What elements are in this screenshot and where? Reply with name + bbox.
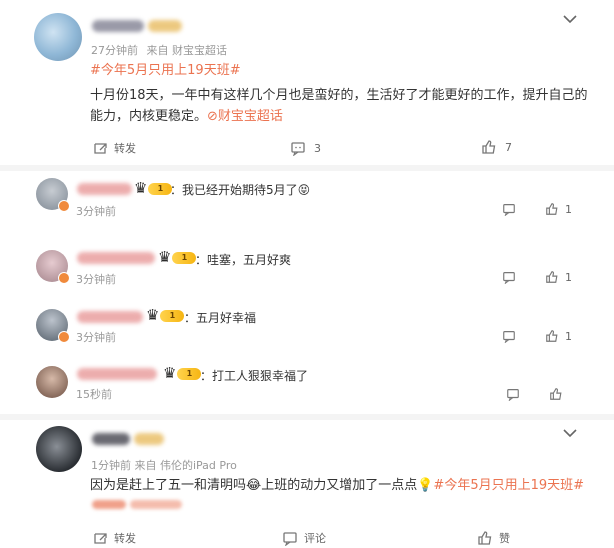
more-chevron-icon[interactable] bbox=[562, 424, 578, 443]
post-body: 因为是赶上了五一和清明吗😂上班的动力又增加了一点点💡#今年5月只用上19天班# bbox=[90, 474, 584, 493]
more-chevron-icon[interactable] bbox=[562, 10, 578, 29]
avatar[interactable] bbox=[36, 426, 82, 472]
reply-text: ：打工人狠狠幸福了 bbox=[200, 369, 309, 383]
comment-button[interactable]: 3 bbox=[290, 140, 321, 156]
repost-button[interactable]: 转发 bbox=[92, 140, 136, 156]
emoji-icon: 😂 bbox=[246, 478, 262, 493]
thumbs-up-icon bbox=[549, 387, 563, 401]
level-badge: ♛ 1 bbox=[163, 364, 202, 382]
thumbs-up-icon bbox=[545, 329, 559, 343]
user-name[interactable] bbox=[92, 20, 144, 32]
reply-time: 15秒前 bbox=[76, 388, 112, 401]
post-body-text: 能力，内核更稳定。 bbox=[90, 109, 208, 124]
reply-text: ：我已经开始期待5月了😝 bbox=[170, 183, 311, 197]
emoji-icon: 😝 bbox=[297, 183, 311, 197]
reply-user-name[interactable] bbox=[77, 368, 157, 380]
reply-comment-button[interactable] bbox=[502, 329, 516, 343]
repost-label: 转发 bbox=[114, 142, 136, 155]
repost-icon bbox=[92, 530, 108, 546]
comment-button[interactable]: 评论 bbox=[282, 530, 326, 546]
like-count: 7 bbox=[505, 140, 512, 154]
like-count: 1 bbox=[565, 202, 572, 216]
thumbs-up-icon bbox=[481, 139, 497, 155]
comment-icon bbox=[502, 202, 516, 216]
level-badge: ♛ 1 bbox=[134, 179, 173, 197]
post-body-line2: 能力，内核更稳定。⊘财宝宝超话 bbox=[90, 105, 283, 124]
user-badge bbox=[134, 433, 164, 445]
reply-time: 3分钟前 bbox=[76, 205, 116, 218]
lightbulb-icon: 💡 bbox=[417, 478, 434, 493]
reply-text: ：哇塞，五月好爽 bbox=[195, 253, 292, 267]
level-badge: ♛ 1 bbox=[146, 306, 185, 324]
crown-icon: ♛ bbox=[146, 306, 160, 324]
post-topic-tag[interactable]: #今年5月只用上19天班# bbox=[433, 478, 584, 493]
reply-user-name[interactable] bbox=[77, 252, 155, 264]
post-body-line1: 十月份18天，一年中有这样几个月也是蛮好的，生活好了才能更好的工作，提升自己的 bbox=[90, 88, 588, 103]
reply-like-button[interactable]: 1 bbox=[545, 202, 572, 216]
like-label: 赞 bbox=[499, 532, 510, 545]
blurred-link[interactable] bbox=[92, 500, 126, 509]
reply-text-content: 哇塞，五月好爽 bbox=[207, 253, 292, 267]
reply-text-content: 我已经开始期待5月了 bbox=[182, 183, 298, 197]
reply-comment-button[interactable] bbox=[502, 270, 516, 284]
level-label: 1 bbox=[177, 367, 202, 380]
comment-icon bbox=[502, 329, 516, 343]
reply-like-button[interactable]: 1 bbox=[545, 270, 572, 284]
divider bbox=[0, 165, 614, 171]
post-time: 27分钟前 bbox=[91, 44, 138, 57]
post-meta: 1分钟前 来自 伟伦的iPad Pro bbox=[91, 459, 237, 472]
like-count: 1 bbox=[565, 270, 572, 284]
post-body-text: 因为是赶上了五一和清明吗 bbox=[90, 478, 247, 493]
crown-icon: ♛ bbox=[134, 179, 148, 197]
reply-like-button[interactable] bbox=[549, 387, 569, 401]
comment-icon bbox=[290, 140, 306, 156]
like-button[interactable]: 赞 bbox=[477, 530, 510, 546]
reply-text: ：五月好幸福 bbox=[184, 311, 257, 325]
comment-count: 3 bbox=[314, 141, 321, 155]
avatar[interactable] bbox=[36, 366, 68, 398]
post-topic-tag[interactable]: #今年5月只用上19天班# bbox=[90, 59, 241, 78]
thumbs-up-icon bbox=[545, 270, 559, 284]
repost-button[interactable]: 转发 bbox=[92, 530, 136, 546]
thumbs-up-icon bbox=[477, 530, 493, 546]
reply-time: 3分钟前 bbox=[76, 273, 116, 286]
level-label: 1 bbox=[160, 309, 185, 322]
avatar[interactable] bbox=[34, 13, 82, 61]
super-topic-label[interactable]: 财宝宝超话 bbox=[218, 109, 283, 124]
level-badge: ♛ 1 bbox=[158, 248, 197, 266]
verified-icon bbox=[58, 200, 70, 212]
comment-label: 评论 bbox=[304, 532, 326, 545]
reply-user-name[interactable] bbox=[77, 183, 132, 195]
verified-icon bbox=[58, 272, 70, 284]
blurred-link[interactable] bbox=[130, 500, 182, 509]
post-meta: 27分钟前 来自 财宝宝超话 bbox=[91, 42, 227, 58]
comment-icon bbox=[282, 530, 298, 546]
post-body-text: 上班的动力又增加了一点点 bbox=[261, 478, 418, 493]
divider bbox=[0, 414, 614, 420]
reply-text-content: 打工人狠狠幸福了 bbox=[212, 369, 309, 383]
level-label: 1 bbox=[148, 182, 173, 195]
repost-label: 转发 bbox=[114, 532, 136, 545]
reply-comment-button[interactable] bbox=[502, 202, 516, 216]
verified-icon bbox=[58, 331, 70, 343]
like-button[interactable]: 7 bbox=[481, 139, 512, 155]
crown-icon: ♛ bbox=[158, 248, 172, 266]
comment-icon bbox=[502, 270, 516, 284]
user-name[interactable] bbox=[92, 433, 130, 445]
post-source[interactable]: 来自 财宝宝超话 bbox=[147, 44, 228, 57]
reply-user-name[interactable] bbox=[77, 311, 143, 323]
super-topic-link[interactable]: ⊘财宝宝超话 bbox=[207, 109, 283, 124]
like-count: 1 bbox=[565, 329, 572, 343]
crown-icon: ♛ bbox=[163, 364, 177, 382]
reply-time: 3分钟前 bbox=[76, 331, 116, 344]
reply-text-content: 五月好幸福 bbox=[196, 311, 257, 325]
repost-icon bbox=[92, 140, 108, 156]
user-badge bbox=[148, 20, 182, 32]
super-topic-icon: ⊘ bbox=[207, 109, 218, 124]
reply-comment-button[interactable] bbox=[506, 387, 520, 401]
level-label: 1 bbox=[172, 251, 197, 264]
comment-icon bbox=[506, 387, 520, 401]
thumbs-up-icon bbox=[545, 202, 559, 216]
reply-like-button[interactable]: 1 bbox=[545, 329, 572, 343]
